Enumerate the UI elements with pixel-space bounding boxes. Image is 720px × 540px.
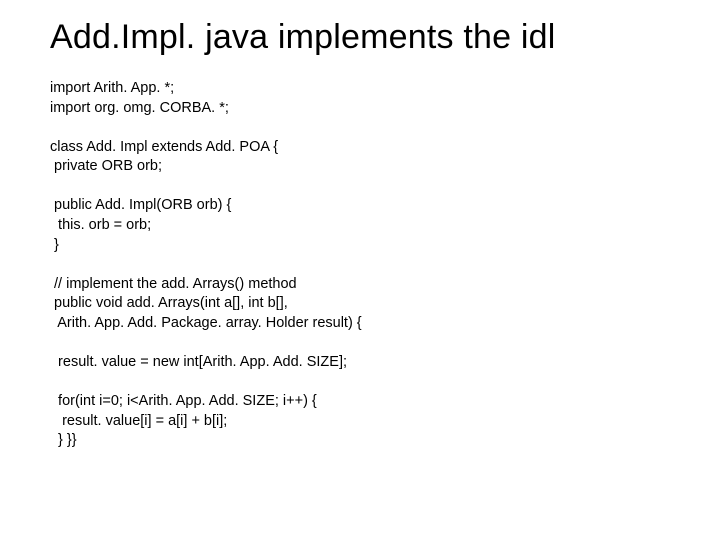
code-line: for(int i=0; i<Arith. App. Add. SIZE; i+… <box>50 393 317 409</box>
code-line: public Add. Impl(ORB orb) { <box>50 197 231 213</box>
code-line: public void add. Arrays(int a[], int b[]… <box>50 295 288 311</box>
code-line: this. orb = orb; <box>50 217 151 233</box>
code-block: import Arith. App. *; import org. omg. C… <box>50 79 680 451</box>
code-line: } }} <box>50 432 77 448</box>
code-line: result. value = new int[Arith. App. Add.… <box>50 354 347 370</box>
code-line: class Add. Impl extends Add. POA { <box>50 139 278 155</box>
code-line: Arith. App. Add. Package. array. Holder … <box>50 315 362 331</box>
code-line: import org. omg. CORBA. *; <box>50 100 229 116</box>
code-line: import Arith. App. *; <box>50 80 174 96</box>
code-line: } <box>50 237 59 253</box>
slide-title: Add.Impl. java implements the idl <box>50 18 680 57</box>
code-line: private ORB orb; <box>50 158 162 174</box>
code-line: // implement the add. Arrays() method <box>50 276 297 292</box>
code-line: result. value[i] = a[i] + b[i]; <box>50 413 227 429</box>
slide: Add.Impl. java implements the idl import… <box>0 0 720 540</box>
